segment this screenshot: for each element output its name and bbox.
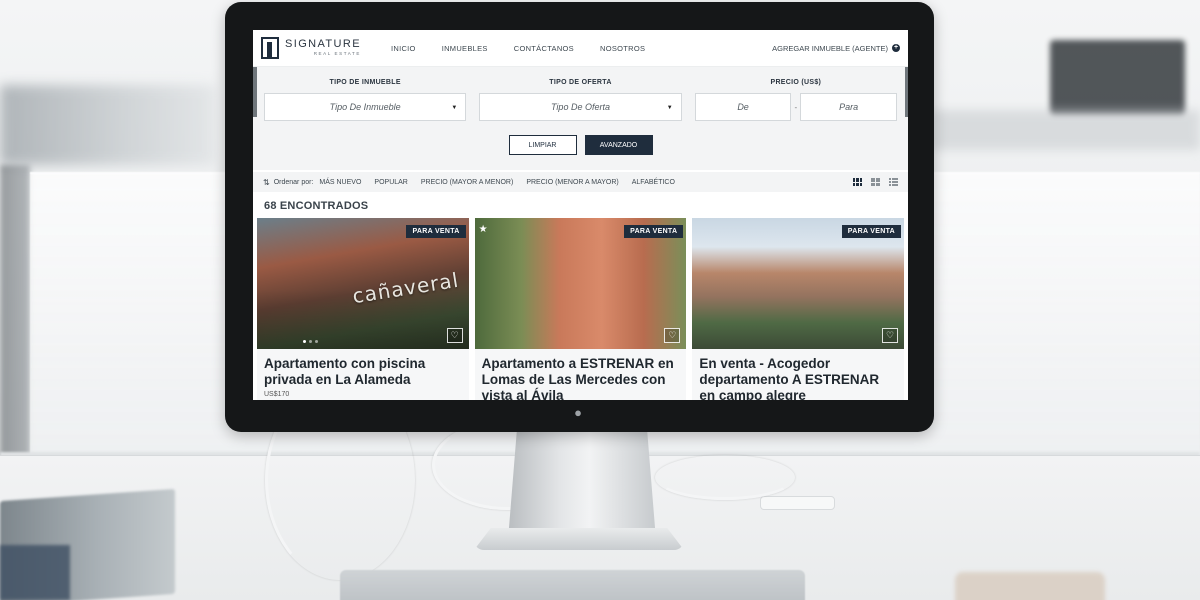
listing-title[interactable]: Apartamento a ESTRENAR en Lomas de Las M… (482, 356, 680, 400)
logo-name: SIGNATURE (285, 38, 361, 51)
apple-logo-icon: ● (574, 405, 582, 420)
range-separator: - (794, 102, 798, 112)
nav-link-inicio[interactable]: INICIO (391, 44, 416, 53)
for-sale-badge: PARA VENTA (841, 225, 902, 238)
clear-button[interactable]: LIMPIAR (508, 135, 577, 155)
price-from-input[interactable]: De (694, 93, 792, 121)
grid-view-icon[interactable] (853, 178, 862, 186)
results-count: 68 ENCONTRADOS (264, 200, 369, 212)
building-sign-text: cañaveral (350, 267, 461, 309)
price-to-input[interactable]: Para (800, 93, 897, 121)
advanced-button[interactable]: AVANZADO (584, 135, 653, 155)
listing-card[interactable]: PARA VENTA ♡ En venta - Acogedor departa… (692, 218, 905, 400)
listing-title[interactable]: En venta - Acogedor departamento A ESTRE… (699, 356, 897, 400)
logo-subtitle: REAL ESTATE (313, 51, 361, 57)
listing-price: US$170 (264, 391, 290, 398)
property-type-value: Tipo De Inmueble (329, 102, 401, 112)
nav-links: INICIO INMUEBLES CONTÁCTANOS NOSOTROS (391, 44, 645, 53)
view-toggles (853, 178, 898, 186)
book-spine (0, 545, 70, 600)
listing-title[interactable]: Apartamento con piscina privada en La Al… (264, 356, 462, 388)
property-type-label: TIPO DE INMUEBLE (329, 79, 401, 86)
offer-type-label: TIPO DE OFERTA (549, 79, 612, 86)
top-navigation: SIGNATURE REAL ESTATE INICIO INMUEBLES C… (253, 30, 908, 67)
sort-option-popular[interactable]: POPULAR (374, 179, 407, 186)
price-label: PRECIO (US$) (770, 79, 822, 86)
property-type-select[interactable]: Tipo De Inmueble ▼ (264, 93, 467, 121)
sort-bar: ⇅ Ordenar por: MÁS NUEVO POPULAR PRECIO … (253, 172, 908, 192)
nav-link-contactanos[interactable]: CONTÁCTANOS (514, 44, 574, 53)
sort-option-price-desc[interactable]: PRECIO (MAYOR A MENOR) (421, 179, 513, 186)
monitor-stand (508, 430, 656, 540)
listing-cards: cañaveral PARA VENTA ♡ Apartamento con p… (253, 218, 908, 400)
heart-icon[interactable]: ♡ (664, 328, 681, 343)
sort-label: Ordenar por: (273, 178, 314, 186)
desk-object (955, 572, 1105, 600)
background-shelf (0, 85, 215, 165)
carousel-dots[interactable] (303, 340, 318, 343)
for-sale-badge: PARA VENTA (406, 225, 466, 238)
plus-circle-icon: + (892, 44, 900, 52)
background-monitor (1050, 40, 1185, 115)
laptop (340, 570, 805, 600)
website-screen: SIGNATURE REAL ESTATE INICIO INMUEBLES C… (253, 30, 908, 400)
partition-shadow (0, 165, 30, 465)
caret-down-icon: ▼ (451, 105, 458, 111)
price-from-placeholder: De (737, 102, 749, 112)
listing-photo[interactable]: PARA VENTA ♡ (692, 218, 905, 349)
sort-option-price-asc[interactable]: PRECIO (MENOR A MAYOR) (526, 179, 618, 186)
add-property-link[interactable]: AGREGAR INMUEBLE (AGENTE) + (772, 44, 900, 53)
list-view-icon[interactable] (889, 178, 898, 186)
nav-link-inmuebles[interactable]: INMUEBLES (442, 44, 488, 53)
grid-two-column-icon[interactable] (871, 178, 880, 186)
sort-option-alphabetical[interactable]: ALFABÉTICO (632, 179, 675, 186)
brand-logo[interactable]: SIGNATURE REAL ESTATE (261, 37, 361, 59)
remote-control (760, 496, 835, 510)
listing-photo[interactable]: cañaveral PARA VENTA ♡ (257, 218, 469, 349)
star-icon: ★ (478, 224, 488, 235)
heart-icon[interactable]: ♡ (882, 328, 899, 343)
price-to-placeholder: Para (839, 102, 859, 112)
nav-link-nosotros[interactable]: NOSOTROS (600, 44, 645, 53)
search-filters: TIPO DE INMUEBLE Tipo De Inmueble ▼ TIPO… (253, 67, 908, 170)
logo-mark-icon (261, 37, 279, 59)
heart-icon[interactable]: ♡ (446, 328, 463, 343)
listing-card[interactable]: cañaveral PARA VENTA ♡ Apartamento con p… (257, 218, 469, 400)
listing-card[interactable]: ★ PARA VENTA ♡ Apartamento a ESTRENAR en… (474, 218, 687, 400)
listing-photo[interactable]: ★ PARA VENTA ♡ (474, 218, 687, 349)
caret-down-icon: ▼ (666, 105, 673, 111)
offer-type-select[interactable]: Tipo De Oferta ▼ (479, 93, 682, 121)
offer-type-value: Tipo De Oferta (551, 102, 610, 112)
background-shelf-right (930, 110, 1200, 150)
add-property-label: AGREGAR INMUEBLE (AGENTE) (772, 43, 888, 53)
sort-option-newest[interactable]: MÁS NUEVO (319, 179, 361, 186)
cable-right (655, 455, 795, 500)
monitor-stand-base (474, 528, 684, 550)
for-sale-badge: PARA VENTA (624, 225, 684, 238)
sort-icon: ⇅ (263, 177, 270, 187)
